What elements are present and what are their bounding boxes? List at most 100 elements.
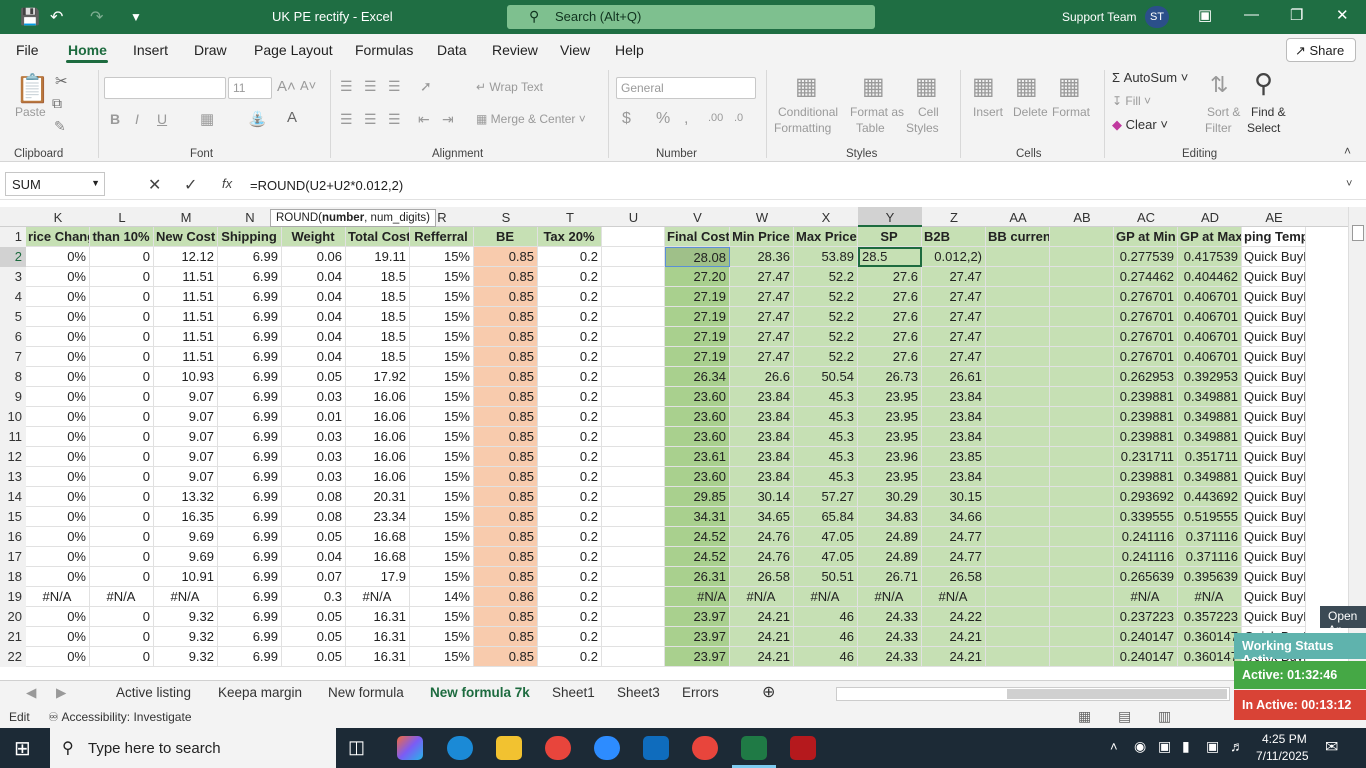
grid-cell[interactable]: 15% (410, 547, 474, 567)
grid-cell[interactable] (986, 287, 1050, 307)
decrease-font-icon[interactable]: A˅ (300, 78, 316, 93)
scroll-thumb[interactable] (1352, 225, 1364, 241)
font-size-select[interactable]: 11 (228, 77, 272, 99)
grid-cell[interactable]: 0.85 (474, 407, 538, 427)
underline-icon[interactable]: U (157, 111, 167, 127)
grid-cell[interactable]: #N/A (90, 587, 154, 607)
grid-cell[interactable] (602, 247, 665, 267)
grid-cell[interactable]: 27.20 (665, 267, 730, 287)
grid-cell[interactable] (986, 567, 1050, 587)
increase-indent-icon[interactable]: ⇥ (442, 111, 454, 128)
grid-cell[interactable]: 6.99 (218, 407, 282, 427)
grid-cell[interactable]: 0 (90, 507, 154, 527)
grid-cell[interactable] (1050, 287, 1114, 307)
grid-cell[interactable]: 0 (90, 307, 154, 327)
grid-cell[interactable]: 0.2 (538, 647, 602, 667)
number-format-select[interactable]: General (616, 77, 756, 99)
grid-cell[interactable]: 52.2 (794, 307, 858, 327)
tab-review[interactable]: Review (492, 42, 538, 58)
grid-cell[interactable]: 24.21 (730, 647, 794, 667)
grid-cell[interactable] (986, 447, 1050, 467)
grid-cell[interactable]: 15% (410, 427, 474, 447)
grid-cell[interactable]: 0.392953 (1178, 367, 1242, 387)
grid-cell[interactable]: 27.6 (858, 347, 922, 367)
header-cell[interactable]: than 10% (90, 227, 154, 247)
grid-cell[interactable] (1050, 467, 1114, 487)
delete-cells-label[interactable]: Delete (1013, 105, 1048, 119)
grid-cell[interactable] (986, 387, 1050, 407)
column-header[interactable]: AE (1242, 210, 1306, 225)
row-header[interactable]: 15 (0, 507, 26, 527)
row-header[interactable]: 11 (0, 427, 26, 447)
grid-cell[interactable]: 6.99 (218, 307, 282, 327)
grid-cell[interactable]: 34.65 (730, 507, 794, 527)
grid-cell[interactable]: 0% (26, 367, 90, 387)
grid-cell[interactable]: 24.77 (922, 547, 986, 567)
grid-cell[interactable]: 0.349881 (1178, 387, 1242, 407)
grid-cell[interactable]: 0 (90, 567, 154, 587)
grid-cell[interactable]: 15% (410, 627, 474, 647)
grid-cell[interactable]: 46 (794, 647, 858, 667)
grid-cell[interactable]: Quick BuyBox Fr (1242, 307, 1306, 327)
grid-cell[interactable]: 45.3 (794, 467, 858, 487)
close-icon[interactable]: ✕ (1336, 6, 1349, 24)
grid-cell[interactable]: 9.07 (154, 427, 218, 447)
file-explorer-icon[interactable] (496, 736, 522, 760)
grid-cell[interactable]: 0.406701 (1178, 347, 1242, 367)
grid-cell[interactable]: 0% (26, 647, 90, 667)
header-cell[interactable]: B2B (922, 227, 986, 247)
page-break-view-icon[interactable]: ▥ (1158, 708, 1171, 725)
grid-cell[interactable]: 0% (26, 307, 90, 327)
grid-cell[interactable]: 27.47 (922, 347, 986, 367)
grid-cell[interactable]: 6.99 (218, 287, 282, 307)
column-header[interactable]: U (602, 210, 665, 225)
grid-cell[interactable]: 15% (410, 447, 474, 467)
paste-icon[interactable]: 📋 (15, 72, 50, 105)
volume-icon[interactable]: ♬ (1230, 738, 1244, 754)
grid-cell[interactable]: 23.95 (858, 407, 922, 427)
grid-cell[interactable]: 15% (410, 287, 474, 307)
row-header[interactable]: 19 (0, 587, 26, 607)
grid-cell[interactable]: 0.404462 (1178, 267, 1242, 287)
grid-cell[interactable] (986, 367, 1050, 387)
redo-icon[interactable]: ↷ (90, 7, 103, 27)
grid-cell[interactable] (1050, 567, 1114, 587)
grid-cell[interactable]: 0% (26, 507, 90, 527)
grid-cell[interactable]: 0.2 (538, 407, 602, 427)
grid-cell[interactable]: #N/A (1178, 587, 1242, 607)
chrome-icon[interactable] (545, 736, 571, 760)
tab-help[interactable]: Help (615, 42, 644, 58)
grid-cell[interactable]: 18.5 (346, 347, 410, 367)
grid-cell[interactable] (1050, 327, 1114, 347)
grid-cell[interactable]: 50.54 (794, 367, 858, 387)
grid-cell[interactable] (602, 327, 665, 347)
header-cell[interactable]: Tax 20% (538, 227, 602, 247)
grid-cell[interactable]: 23.95 (858, 427, 922, 447)
grid-cell[interactable]: 15% (410, 247, 474, 267)
grid-cell[interactable]: 6.99 (218, 367, 282, 387)
column-header[interactable]: V (665, 210, 730, 225)
orientation-icon[interactable]: ➚ (420, 78, 432, 95)
header-cell[interactable]: Max Price (794, 227, 858, 247)
grid-cell[interactable]: #N/A (665, 587, 730, 607)
grid-cell[interactable]: 0 (90, 287, 154, 307)
grid-cell[interactable] (602, 287, 665, 307)
grid-cell[interactable]: 15% (410, 267, 474, 287)
row-header[interactable]: 14 (0, 487, 26, 507)
grid-cell[interactable] (986, 327, 1050, 347)
grid-cell[interactable]: 16.68 (346, 527, 410, 547)
task-view-icon[interactable]: ◫ (348, 737, 365, 758)
cell-styles-label2[interactable]: Styles (906, 121, 939, 135)
grid-cell[interactable]: 6.99 (218, 387, 282, 407)
grid-cell[interactable] (986, 307, 1050, 327)
insert-cells-label[interactable]: Insert (973, 105, 1003, 119)
grid-cell[interactable] (602, 607, 665, 627)
header-cell[interactable]: Weight (282, 227, 346, 247)
column-header[interactable]: AA (986, 210, 1050, 225)
grid-cell[interactable]: 23.84 (730, 447, 794, 467)
grid-cell[interactable]: 16.31 (346, 627, 410, 647)
grid-cell[interactable]: 0.85 (474, 267, 538, 287)
grid-cell[interactable]: 0.241116 (1114, 527, 1178, 547)
grid-cell[interactable]: 0.417539 (1178, 247, 1242, 267)
grid-cell[interactable]: 0.04 (282, 347, 346, 367)
